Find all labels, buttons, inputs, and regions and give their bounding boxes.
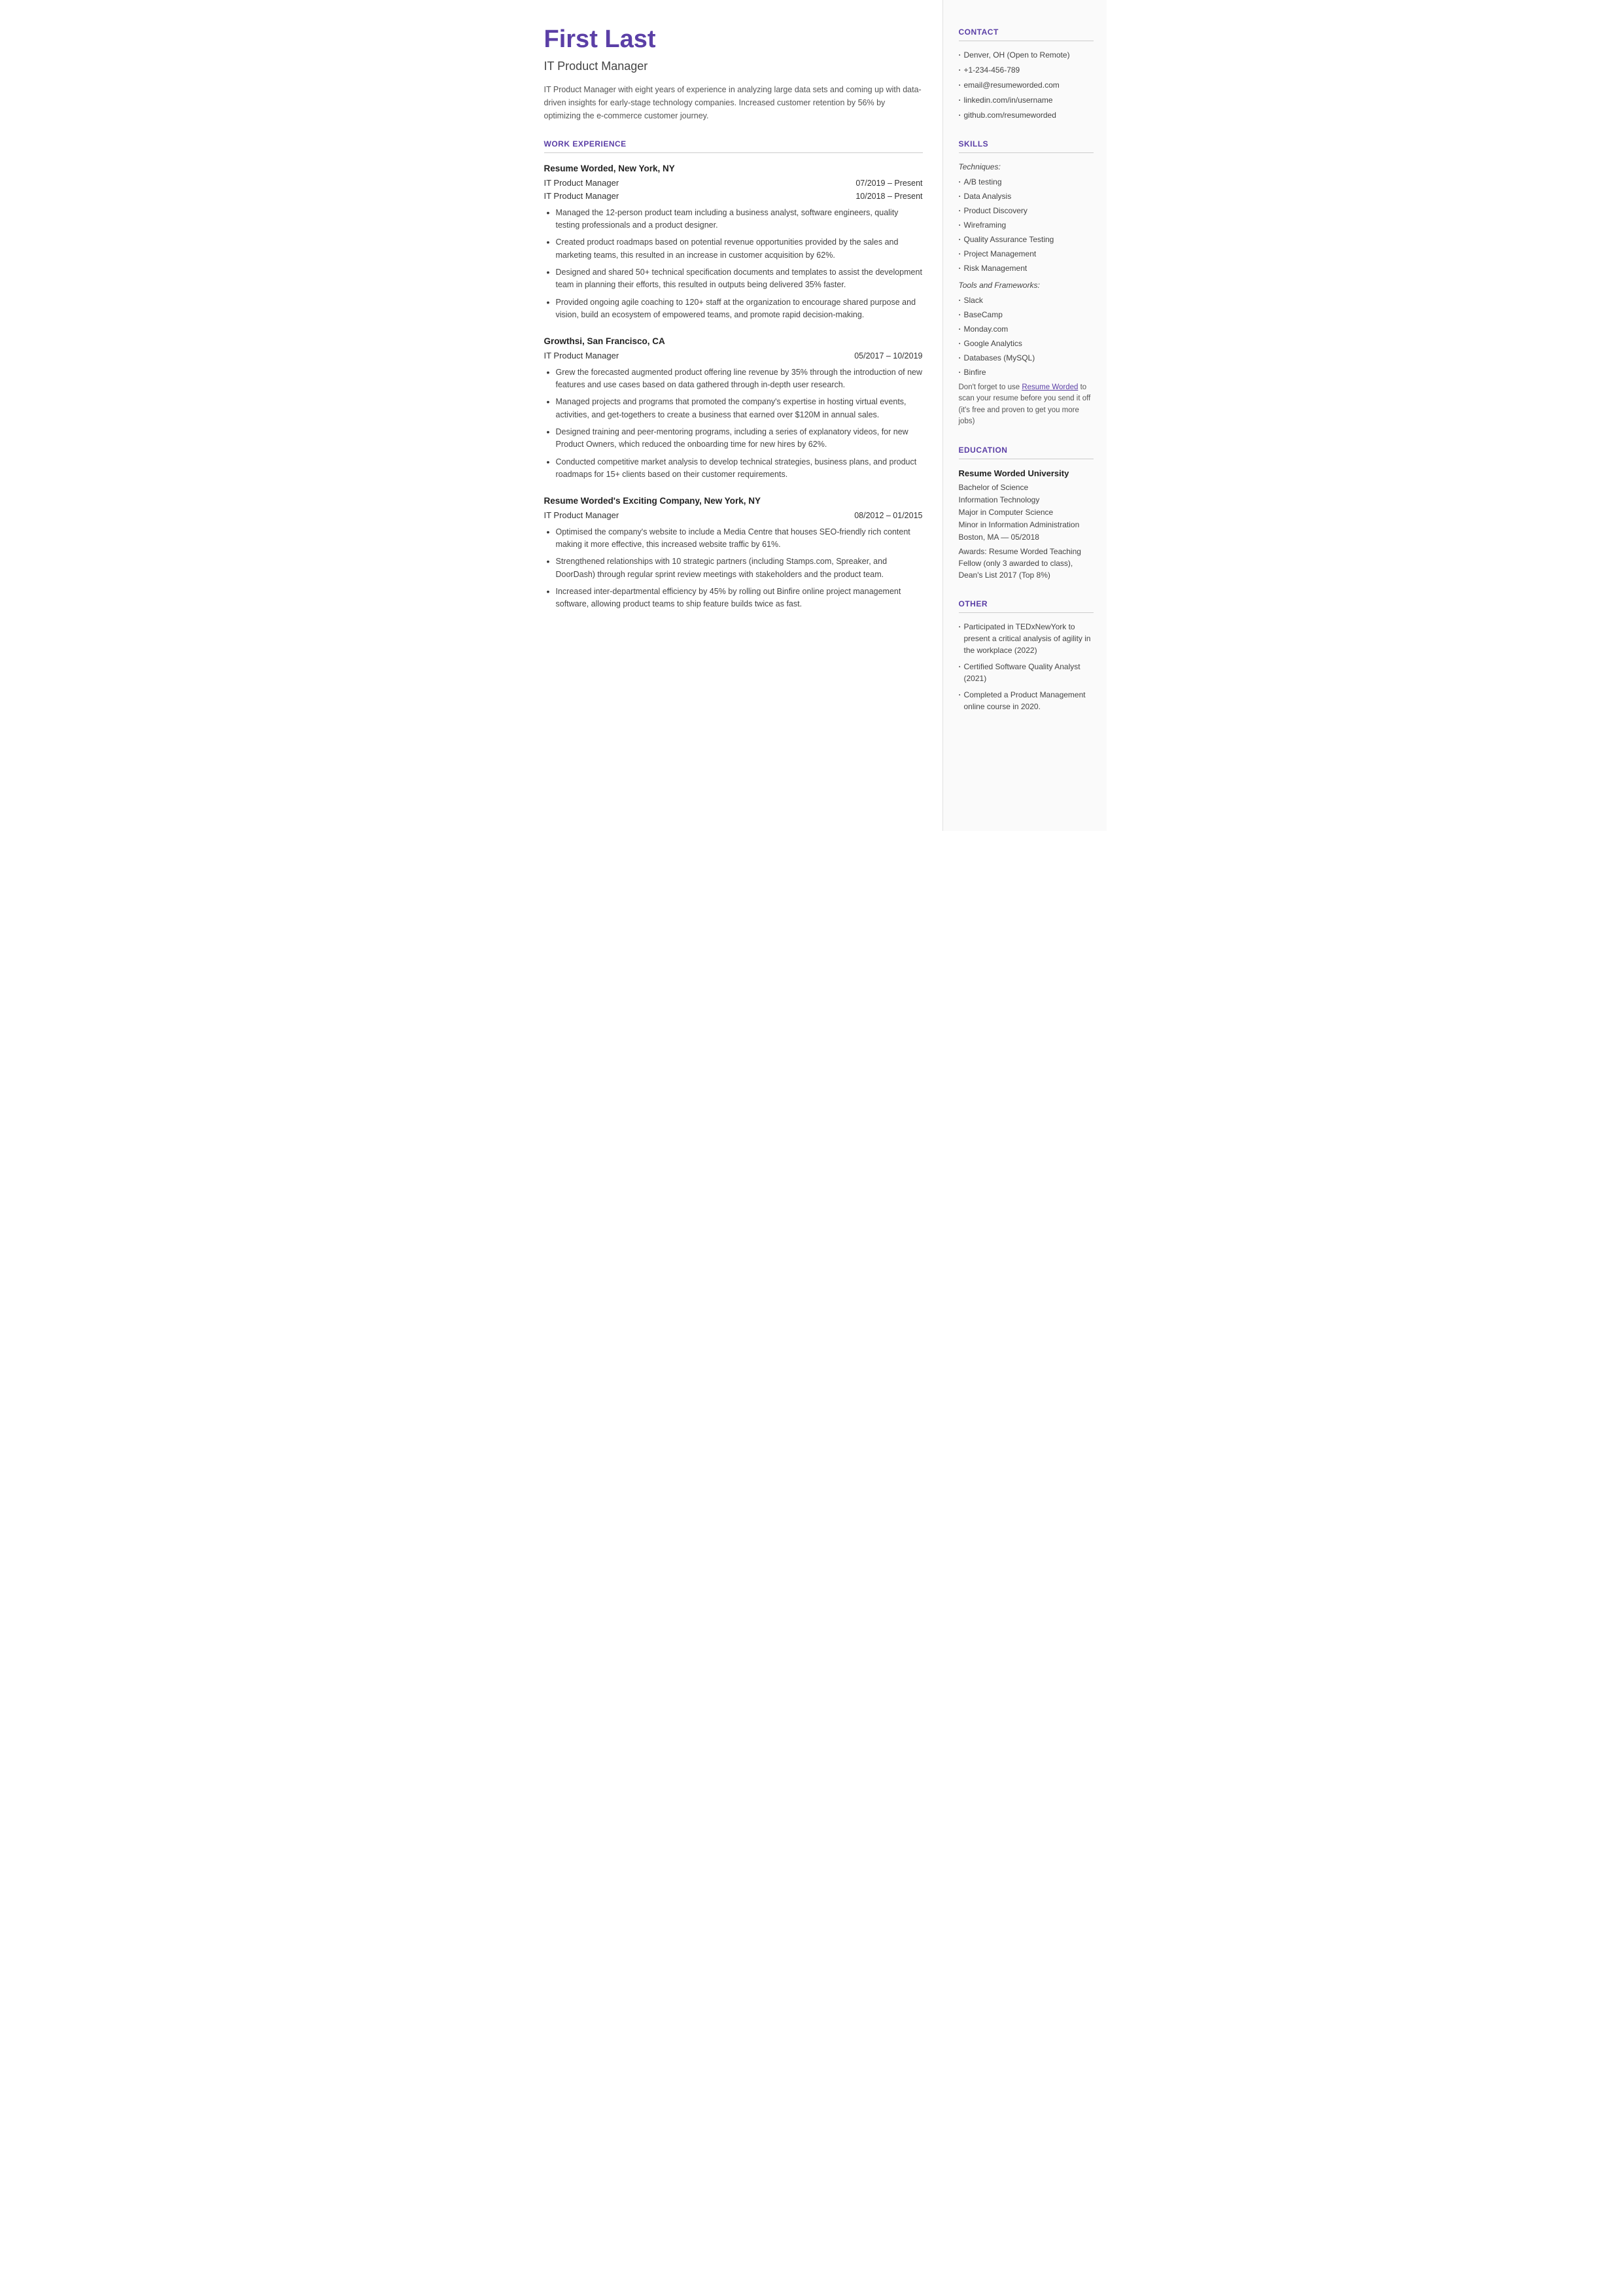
employer-1: Resume Worded, New York, NY IT Product M…: [544, 162, 923, 322]
skill-wireframing: Wireframing: [959, 219, 1094, 231]
bullet-1-1: Managed the 12-person product team inclu…: [544, 207, 923, 232]
skills-heading: SKILLS: [959, 138, 1094, 153]
other-section: OTHER Participated in TEDxNewYork to pre…: [959, 598, 1094, 712]
skill-ab-testing: A/B testing: [959, 176, 1094, 188]
bullet-1-3: Designed and shared 50+ technical specif…: [544, 266, 923, 292]
employer-1-bullets: Managed the 12-person product team inclu…: [544, 207, 923, 322]
job-title-1b: IT Product Manager: [544, 190, 619, 203]
promo-prefix: Don't forget to use: [959, 383, 1022, 391]
skill-qa-testing: Quality Assurance Testing: [959, 234, 1094, 245]
contact-section: CONTACT Denver, OH (Open to Remote) +1-2…: [959, 26, 1094, 121]
candidate-title: IT Product Manager: [544, 58, 923, 75]
bullet-3-1: Optimised the company's website to inclu…: [544, 526, 923, 552]
employer-2-bullets: Grew the forecasted augmented product of…: [544, 366, 923, 482]
candidate-name: First Last: [544, 26, 923, 54]
resume-page: First Last IT Product Manager IT Product…: [518, 0, 1107, 831]
job-row-3a: IT Product Manager 08/2012 – 01/2015: [544, 509, 923, 522]
contact-heading: CONTACT: [959, 26, 1094, 41]
job-dates-1a: 07/2019 – Present: [855, 177, 922, 190]
skill-google-analytics: Google Analytics: [959, 338, 1094, 349]
skill-databases: Databases (MySQL): [959, 352, 1094, 364]
employer-2: Growthsi, San Francisco, CA IT Product M…: [544, 335, 923, 482]
job-dates-1b: 10/2018 – Present: [855, 190, 922, 203]
contact-github: github.com/resumeworded: [959, 109, 1094, 121]
edu-school: Resume Worded University: [959, 467, 1094, 480]
techniques-label: Techniques:: [959, 161, 1094, 173]
other-item-3: Completed a Product Management online co…: [959, 689, 1094, 712]
job-row-2a: IT Product Manager 05/2017 – 10/2019: [544, 349, 923, 362]
bullet-2-3: Designed training and peer-mentoring pro…: [544, 426, 923, 451]
left-column: First Last IT Product Manager IT Product…: [518, 0, 943, 831]
employer-3-bullets: Optimised the company's website to inclu…: [544, 526, 923, 611]
job-title-2a: IT Product Manager: [544, 349, 619, 362]
contact-email: email@resumeworded.com: [959, 79, 1094, 91]
right-column: CONTACT Denver, OH (Open to Remote) +1-2…: [943, 0, 1107, 831]
edu-minor: Minor in Information Administration: [959, 519, 1094, 531]
other-item-1: Participated in TEDxNewYork to present a…: [959, 621, 1094, 656]
skill-risk-mgmt: Risk Management: [959, 262, 1094, 274]
employer-3-name: Resume Worded's Exciting Company, New Yo…: [544, 495, 923, 508]
contact-linkedin: linkedin.com/in/username: [959, 94, 1094, 106]
resume-worded-link[interactable]: Resume Worded: [1022, 383, 1078, 391]
other-heading: OTHER: [959, 598, 1094, 613]
other-item-2: Certified Software Quality Analyst (2021…: [959, 661, 1094, 684]
work-experience-section: WORK EXPERIENCE Resume Worded, New York,…: [544, 138, 923, 611]
skill-project-mgmt: Project Management: [959, 248, 1094, 260]
employer-3: Resume Worded's Exciting Company, New Yo…: [544, 495, 923, 611]
bullet-1-2: Created product roadmaps based on potent…: [544, 236, 923, 262]
bullet-2-4: Conducted competitive market analysis to…: [544, 456, 923, 482]
tools-label: Tools and Frameworks:: [959, 279, 1094, 291]
bullet-3-2: Strengthened relationships with 10 strat…: [544, 555, 923, 581]
work-experience-heading: WORK EXPERIENCE: [544, 138, 923, 153]
skill-monday: Monday.com: [959, 323, 1094, 335]
skill-basecamp: BaseCamp: [959, 309, 1094, 321]
skill-product-discovery: Product Discovery: [959, 205, 1094, 217]
education-heading: EDUCATION: [959, 444, 1094, 459]
contact-location: Denver, OH (Open to Remote): [959, 49, 1094, 61]
job-title-1a: IT Product Manager: [544, 177, 619, 190]
bullet-3-3: Increased inter-departmental efficiency …: [544, 586, 923, 611]
skill-slack: Slack: [959, 294, 1094, 306]
job-title-3a: IT Product Manager: [544, 509, 619, 522]
edu-location-date: Boston, MA — 05/2018: [959, 531, 1094, 543]
edu-awards: Awards: Resume Worded Teaching Fellow (o…: [959, 546, 1094, 581]
edu-degree: Bachelor of Science: [959, 482, 1094, 493]
edu-major: Major in Computer Science: [959, 506, 1094, 518]
candidate-summary: IT Product Manager with eight years of e…: [544, 83, 923, 122]
bullet-2-2: Managed projects and programs that promo…: [544, 396, 923, 421]
bullet-1-4: Provided ongoing agile coaching to 120+ …: [544, 296, 923, 322]
job-dates-2a: 05/2017 – 10/2019: [854, 350, 922, 362]
employer-1-name: Resume Worded, New York, NY: [544, 162, 923, 175]
skill-data-analysis: Data Analysis: [959, 190, 1094, 202]
employer-2-name: Growthsi, San Francisco, CA: [544, 335, 923, 348]
contact-phone: +1-234-456-789: [959, 64, 1094, 76]
job-dates-3a: 08/2012 – 01/2015: [854, 510, 922, 522]
skills-section: SKILLS Techniques: A/B testing Data Anal…: [959, 138, 1094, 427]
edu-field: Information Technology: [959, 494, 1094, 506]
bullet-2-1: Grew the forecasted augmented product of…: [544, 366, 923, 392]
skill-binfire: Binfire: [959, 366, 1094, 378]
job-row-1a: IT Product Manager 07/2019 – Present: [544, 177, 923, 190]
promo-text: Don't forget to use Resume Worded to sca…: [959, 382, 1094, 427]
job-row-1b: IT Product Manager 10/2018 – Present: [544, 190, 923, 203]
education-section: EDUCATION Resume Worded University Bache…: [959, 444, 1094, 581]
